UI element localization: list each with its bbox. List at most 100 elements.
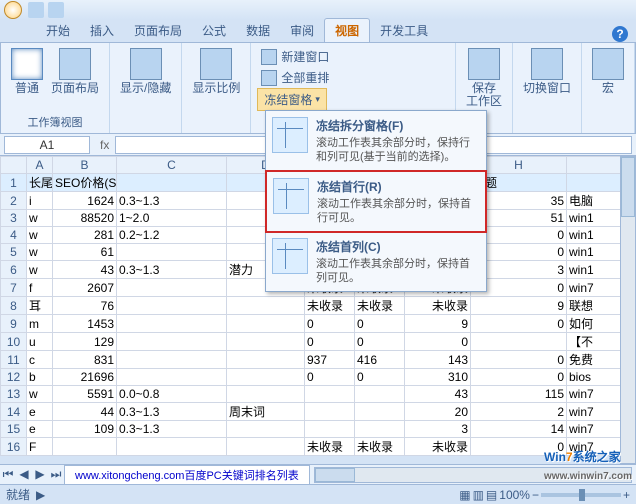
row-header-16[interactable]: 16 — [1, 438, 27, 456]
cell[interactable]: 129 — [53, 333, 117, 351]
cell[interactable]: 0 — [471, 369, 567, 386]
switch-window-button[interactable]: 切换窗口 — [519, 46, 575, 97]
cell[interactable]: 0 — [471, 351, 567, 369]
zoom-percent[interactable]: 100% — [499, 488, 530, 502]
ribbon-tab-开发工具[interactable]: 开发工具 — [370, 19, 438, 42]
row-header-14[interactable]: 14 — [1, 403, 27, 421]
cell[interactable] — [305, 403, 355, 421]
row-header-7[interactable]: 7 — [1, 279, 27, 297]
sheet-nav-prev[interactable]: ◀ — [16, 467, 32, 482]
cell[interactable] — [227, 315, 305, 333]
cell[interactable]: 109 — [53, 421, 117, 438]
freeze-option-0[interactable]: 冻结拆分窗格(F) 滚动工作表其余部分时，保持行和列可见(基于当前的选择)。 — [266, 111, 486, 171]
cell[interactable]: 416 — [355, 351, 405, 369]
cell[interactable]: 2 — [471, 403, 567, 421]
row-header-12[interactable]: 12 — [1, 369, 27, 386]
cell[interactable]: 未收录 — [355, 297, 405, 315]
ribbon-tab-页面布局[interactable]: 页面布局 — [124, 19, 192, 42]
row-header-13[interactable]: 13 — [1, 386, 27, 403]
cell[interactable]: 5591 — [53, 386, 117, 403]
cell[interactable]: 9 — [471, 297, 567, 315]
cell[interactable]: e — [27, 421, 53, 438]
cell[interactable]: 0 — [305, 333, 355, 351]
row-header-8[interactable]: 8 — [1, 297, 27, 315]
cell[interactable]: 43 — [405, 386, 471, 403]
row-header-10[interactable]: 10 — [1, 333, 27, 351]
cell[interactable]: F — [27, 438, 53, 456]
view-page-layout-button[interactable]: 页面布局 — [47, 46, 103, 97]
cell[interactable]: 61 — [53, 244, 117, 261]
ribbon-tab-开始[interactable]: 开始 — [36, 19, 80, 42]
cell[interactable]: 281 — [53, 227, 117, 244]
cell[interactable]: w — [27, 210, 53, 227]
cell[interactable]: 0.3~1.3 — [117, 192, 227, 210]
cell[interactable] — [117, 315, 227, 333]
cell[interactable]: 0 — [471, 438, 567, 456]
zoom-slider[interactable] — [541, 493, 621, 497]
cell[interactable]: 21696 — [53, 369, 117, 386]
cell[interactable] — [471, 333, 567, 351]
cell[interactable]: u — [27, 333, 53, 351]
cell[interactable]: 310 — [405, 369, 471, 386]
zoom-out-button[interactable]: − — [532, 488, 539, 502]
col-header-B[interactable]: B — [53, 157, 117, 174]
cell[interactable]: 0 — [305, 315, 355, 333]
cell[interactable] — [227, 369, 305, 386]
cell[interactable]: 937 — [305, 351, 355, 369]
cell[interactable]: 未收录 — [405, 438, 471, 456]
cell[interactable]: 1624 — [53, 192, 117, 210]
cell[interactable]: 未收录 — [305, 438, 355, 456]
row-header-3[interactable]: 3 — [1, 210, 27, 227]
cell[interactable]: 20 — [405, 403, 471, 421]
cell[interactable] — [117, 369, 227, 386]
cell[interactable]: 0 — [355, 315, 405, 333]
cell[interactable] — [227, 351, 305, 369]
cell[interactable] — [117, 297, 227, 315]
view-page-icon[interactable]: ▥ — [473, 488, 484, 502]
freeze-panes-button[interactable]: 冻结窗格 ▾ — [257, 88, 327, 111]
cell[interactable]: c — [27, 351, 53, 369]
row-header-1[interactable]: 1 — [1, 174, 27, 192]
row-header-9[interactable]: 9 — [1, 315, 27, 333]
cell[interactable]: 0 — [355, 333, 405, 351]
cell[interactable] — [227, 333, 305, 351]
cell[interactable]: 0.2~1.2 — [117, 227, 227, 244]
ribbon-tab-审阅[interactable]: 审阅 — [280, 19, 324, 42]
show-hide-button[interactable]: 显示/隐藏 — [116, 46, 175, 97]
ribbon-tab-公式[interactable]: 公式 — [192, 19, 236, 42]
cell[interactable]: i — [27, 192, 53, 210]
cell[interactable] — [305, 386, 355, 403]
sheet-nav-first[interactable]: ⏮ — [0, 467, 16, 482]
cell[interactable] — [227, 421, 305, 438]
cell[interactable]: 1453 — [53, 315, 117, 333]
row-header-4[interactable]: 4 — [1, 227, 27, 244]
view-normal-button[interactable]: 普通 — [7, 46, 47, 97]
qat-undo-icon[interactable] — [48, 2, 64, 18]
cell[interactable] — [117, 174, 227, 192]
cell[interactable] — [117, 351, 227, 369]
cell[interactable]: 1~2.0 — [117, 210, 227, 227]
cell[interactable]: 44 — [53, 403, 117, 421]
cell[interactable]: 14 — [471, 421, 567, 438]
row-header-5[interactable]: 5 — [1, 244, 27, 261]
cell[interactable]: 0.3~1.3 — [117, 261, 227, 279]
row-header-11[interactable]: 11 — [1, 351, 27, 369]
ribbon-tab-数据[interactable]: 数据 — [236, 19, 280, 42]
cell[interactable]: 耳 — [27, 297, 53, 315]
office-button[interactable] — [4, 1, 22, 19]
cell[interactable]: 9 — [405, 315, 471, 333]
cell[interactable] — [305, 421, 355, 438]
cell[interactable] — [117, 438, 227, 456]
cell[interactable] — [117, 244, 227, 261]
cell[interactable] — [117, 333, 227, 351]
cell[interactable]: w — [27, 386, 53, 403]
qat-save-icon[interactable] — [28, 2, 44, 18]
cell[interactable]: 0 — [405, 333, 471, 351]
cell[interactable]: SEO价格(SVIP!SEO理 — [53, 174, 117, 192]
new-window-button[interactable]: 新建窗口 — [257, 46, 333, 67]
arrange-all-button[interactable]: 全部重排 — [257, 67, 333, 88]
cell[interactable]: 2607 — [53, 279, 117, 297]
zoom-in-button[interactable]: + — [623, 488, 630, 502]
cell[interactable]: 3 — [405, 421, 471, 438]
col-header-C[interactable]: C — [117, 157, 227, 174]
